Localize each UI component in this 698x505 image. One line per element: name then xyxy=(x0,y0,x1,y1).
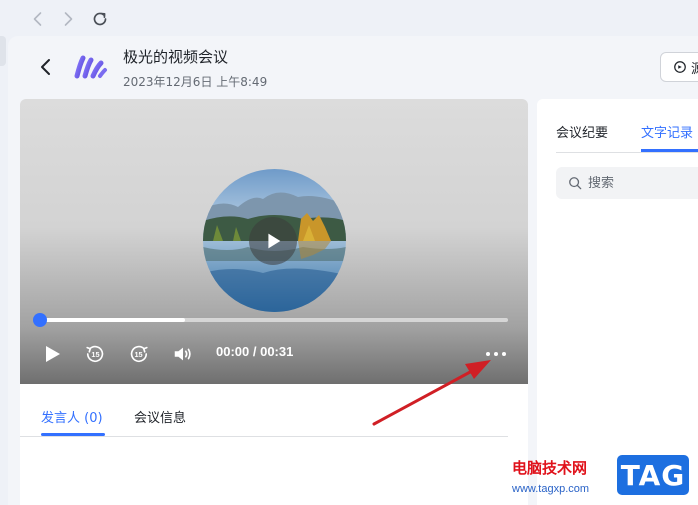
volume-button[interactable] xyxy=(172,342,194,366)
forward-15-button[interactable]: 15 xyxy=(128,342,150,366)
progress-handle[interactable] xyxy=(33,313,47,327)
tab-speakers[interactable]: 发言人 (0) xyxy=(41,407,103,426)
rewind-15-icon: 15 xyxy=(86,345,104,363)
transcript-panel: 会议纪要 文字记录 xyxy=(537,99,698,505)
chevron-left-icon xyxy=(41,59,50,75)
tab-meeting-info[interactable]: 会议信息 xyxy=(134,407,186,426)
progress-bar[interactable] xyxy=(33,313,508,327)
search-box[interactable] xyxy=(556,167,698,199)
more-options-button[interactable] xyxy=(486,350,510,358)
rewind-15-button[interactable]: 15 xyxy=(84,342,106,366)
watermark-url: www.tagxp.com xyxy=(512,483,590,495)
app-logo xyxy=(74,54,108,80)
play-icon xyxy=(46,346,60,362)
video-player[interactable]: 15 15 00:00 / 00:31 xyxy=(20,99,528,384)
volume-icon xyxy=(174,347,191,361)
meeting-datetime: 2023年12月6日 上午8:49 xyxy=(123,75,268,89)
forward-15-icon: 15 xyxy=(130,345,148,363)
more-icon-dot xyxy=(486,352,490,356)
more-icon-dot xyxy=(494,352,498,356)
more-icon-dot xyxy=(502,352,506,356)
tabs-divider xyxy=(556,152,698,153)
window-edge xyxy=(0,36,6,66)
tab-summary[interactable]: 会议纪要 xyxy=(556,122,608,141)
time-display: 00:00 / 00:31 xyxy=(216,344,294,359)
play-icon xyxy=(268,233,281,249)
search-input[interactable] xyxy=(588,175,698,191)
browser-back-icon[interactable] xyxy=(28,9,48,29)
meeting-details-panel: 发言人 (0) 会议信息 xyxy=(20,384,528,505)
browser-toolbar xyxy=(0,0,698,38)
source-button[interactable]: 源 xyxy=(660,52,698,82)
progress-buffered xyxy=(40,318,186,322)
reload-icon[interactable] xyxy=(90,9,110,29)
source-icon xyxy=(674,61,686,73)
back-button[interactable] xyxy=(36,55,56,79)
tabs-divider xyxy=(20,436,508,437)
svg-text:15: 15 xyxy=(91,350,99,359)
svg-text:15: 15 xyxy=(134,350,142,359)
search-icon xyxy=(569,177,582,190)
meeting-title: 极光的视频会议 xyxy=(123,48,229,66)
tab-transcript[interactable]: 文字记录 xyxy=(641,122,693,141)
source-button-label: 源 xyxy=(691,58,698,77)
watermark-tag-logo: TAG xyxy=(614,452,692,498)
play-button[interactable] xyxy=(42,342,62,366)
big-play-button[interactable] xyxy=(249,217,297,265)
watermark-site-name: 电脑技术网 xyxy=(512,459,588,477)
browser-forward-icon[interactable] xyxy=(58,9,78,29)
